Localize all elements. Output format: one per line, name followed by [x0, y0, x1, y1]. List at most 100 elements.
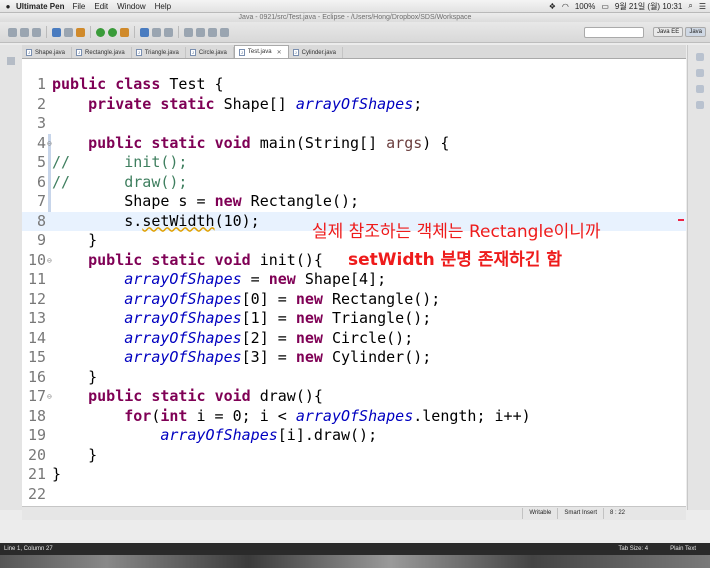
new-class-icon[interactable]	[140, 27, 149, 37]
code-line[interactable]: 3	[22, 114, 686, 134]
search-toolbar-icon[interactable]	[164, 27, 173, 37]
code-line[interactable]: 7 Shape s = new Rectangle();	[22, 192, 686, 212]
console-icon[interactable]	[695, 101, 704, 109]
code-text[interactable]: arrayOfShapes[0] = new Rectangle();	[52, 290, 440, 310]
menu-help[interactable]: Help	[155, 2, 171, 11]
code-line[interactable]: 12 arrayOfShapes[0] = new Rectangle();	[22, 290, 686, 310]
text-mode[interactable]: Plain Text	[670, 546, 696, 552]
search-icon[interactable]: ⌕	[688, 1, 692, 11]
open-type-icon[interactable]	[152, 27, 161, 37]
new-icon[interactable]	[8, 27, 17, 37]
code-text[interactable]: for(int i = 0; i < arrayOfShapes.length;…	[52, 407, 530, 427]
code-text[interactable]: }	[52, 231, 97, 251]
line-number: 13	[28, 309, 47, 327]
code-text[interactable]: // draw();	[52, 173, 187, 193]
line-number: 6	[36, 172, 46, 191]
code-line[interactable]: 13 arrayOfShapes[1] = new Triangle();	[22, 309, 686, 329]
code-line[interactable]: 19 arrayOfShapes[i].draw();	[22, 426, 686, 446]
tab-circle[interactable]: J Circle.java	[186, 47, 234, 58]
code-lines[interactable]: 1 public class Test {2 private static Sha…	[22, 75, 686, 504]
code-line[interactable]: 20 }	[22, 446, 686, 466]
quick-access-input[interactable]	[583, 26, 644, 38]
code-line[interactable]: 1 public class Test {	[22, 75, 686, 95]
code-text[interactable]: // init();	[52, 153, 187, 173]
code-text[interactable]: public class Test {	[52, 75, 224, 95]
apple-icon[interactable]: ●	[0, 2, 16, 11]
annotation-next-icon[interactable]	[184, 27, 193, 37]
code-line[interactable]: 22	[22, 485, 686, 505]
code-text[interactable]: arrayOfShapes[1] = new Triangle();	[52, 309, 431, 329]
code-text[interactable]: private static Shape[] arrayOfShapes;	[52, 95, 422, 115]
code-text[interactable]: arrayOfShapes[2] = new Circle();	[52, 329, 413, 349]
outline-view-icon[interactable]	[695, 53, 704, 61]
code-text[interactable]: arrayOfShapes[i].draw();	[52, 426, 377, 446]
web-icon[interactable]	[64, 27, 73, 37]
print-icon[interactable]	[32, 27, 41, 37]
restore-view-icon[interactable]	[7, 57, 15, 65]
code-text[interactable]: }	[52, 465, 61, 485]
code-line[interactable]: 2 private static Shape[] arrayOfShapes;	[22, 95, 686, 115]
toolbar-divider	[178, 26, 179, 38]
tab-label: Shape.java	[35, 49, 66, 56]
annotation-prev-icon[interactable]	[196, 27, 205, 37]
tab-size[interactable]: Tab Size: 4	[618, 546, 648, 552]
tab-label: Rectangle.java	[85, 49, 125, 56]
external-tools-icon[interactable]	[120, 27, 129, 37]
close-icon[interactable]: ✕	[277, 49, 282, 56]
javadoc-icon[interactable]	[695, 85, 704, 93]
perspective-java[interactable]: Java	[685, 27, 706, 37]
editor-status-bar: Writable Smart Insert 8 : 22	[22, 506, 686, 520]
battery-icon[interactable]: ▭	[601, 2, 609, 11]
code-text[interactable]: s.setWidth(10);	[52, 212, 259, 232]
code-editor[interactable]: 1 public class Test {2 private static Sha…	[22, 59, 686, 506]
code-line[interactable]: 5 // init();	[22, 153, 686, 173]
dropbox-icon[interactable]: ❖	[549, 2, 556, 11]
annotation-line-1: 실제 참조하는 객체는 Rectangle이니까	[312, 222, 601, 242]
forward-icon[interactable]	[220, 27, 229, 37]
menu-window[interactable]: Window	[117, 2, 145, 11]
app-name-menu[interactable]: Ultimate Pen	[16, 2, 64, 11]
code-text[interactable]: public static void main(String[] args) {	[52, 134, 449, 154]
tab-test[interactable]: J Test.java ✕	[233, 45, 289, 58]
code-line[interactable]: 6 // draw();	[22, 173, 686, 193]
perspective-java-ee[interactable]: Java EE	[652, 27, 684, 37]
code-text[interactable]: arrayOfShapes[3] = new Cylinder();	[52, 348, 431, 368]
line-number: 8	[36, 211, 46, 230]
tab-shape[interactable]: J Shape.java	[22, 47, 73, 58]
menu-file[interactable]: File	[72, 2, 85, 11]
status-cursor-position: 8 : 22	[603, 508, 686, 519]
code-text[interactable]: }	[52, 446, 97, 466]
left-trim-bar	[0, 45, 23, 510]
code-line[interactable]: 16 }	[22, 368, 686, 388]
code-line[interactable]: 14 arrayOfShapes[2] = new Circle();	[22, 329, 686, 349]
task-list-icon[interactable]	[695, 69, 704, 77]
menu-edit[interactable]: Edit	[94, 2, 108, 11]
server-icon[interactable]	[52, 27, 61, 37]
line-number: 21	[28, 465, 47, 483]
perspective-switcher: Java EE Java	[652, 27, 706, 37]
debug-icon[interactable]	[96, 27, 105, 37]
code-line[interactable]: 4 ⊖ public static void main(String[] args…	[22, 134, 686, 154]
back-icon[interactable]	[208, 27, 217, 37]
code-text[interactable]: public static void init(){	[52, 251, 323, 271]
tab-rectangle[interactable]: J Rectangle.java	[72, 47, 132, 58]
tab-cylinder[interactable]: J Cylinder.java	[289, 47, 343, 58]
line-number: 12	[28, 289, 47, 308]
code-text[interactable]: }	[52, 368, 97, 388]
overview-error-marker[interactable]	[678, 219, 684, 221]
code-line[interactable]: 21}	[22, 465, 686, 485]
tab-triangle[interactable]: J Triangle.java	[132, 47, 186, 58]
code-line[interactable]: 18 for(int i = 0; i < arrayOfShapes.leng…	[22, 407, 686, 427]
line-number: 18	[28, 406, 47, 425]
run-icon[interactable]	[108, 27, 117, 37]
code-text[interactable]: public static void draw(){	[52, 387, 323, 407]
code-text[interactable]: Shape s = new Rectangle();	[52, 192, 359, 212]
notification-icon[interactable]: ☰	[699, 2, 706, 11]
wifi-icon[interactable]: ◠	[562, 2, 569, 11]
java-file-icon: J	[292, 49, 299, 56]
save-icon[interactable]	[20, 27, 29, 37]
clock[interactable]: 9월 21일 (월) 10:31	[615, 1, 682, 12]
package-icon[interactable]	[76, 27, 85, 37]
code-line[interactable]: 17 ⊖ public static void draw(){	[22, 387, 686, 407]
code-line[interactable]: 15 arrayOfShapes[3] = new Cylinder();	[22, 348, 686, 368]
